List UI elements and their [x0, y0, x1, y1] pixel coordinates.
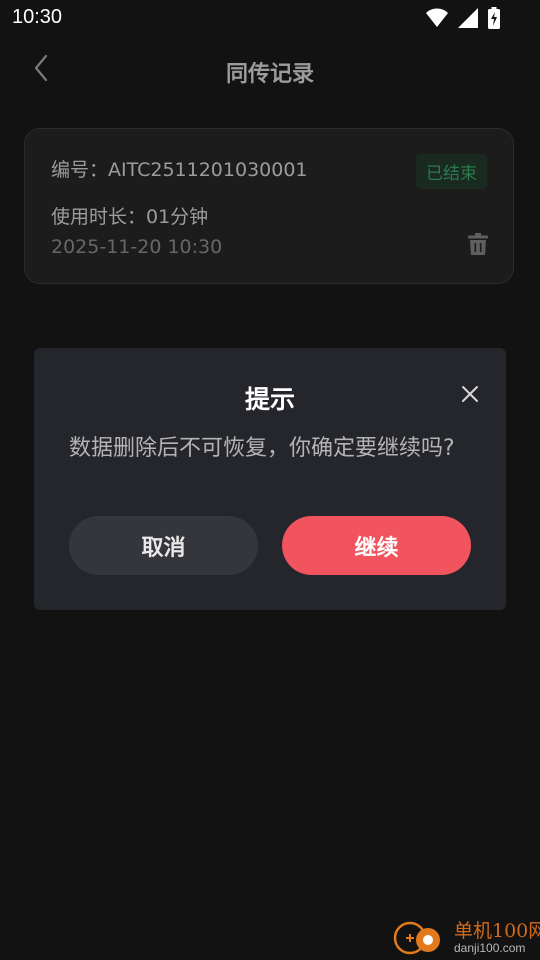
watermark-logo-icon [390, 916, 442, 956]
record-duration: 使用时长：01分钟 [51, 206, 209, 228]
record-timestamp: 2025-11-20 10:30 [51, 236, 223, 258]
confirm-dialog: 提示 数据删除后不可恢复，你确定要继续吗? 取消 继续 [34, 348, 506, 610]
status-bar: 10:30 [0, 0, 540, 36]
watermark-name: 单机100网 [454, 920, 540, 942]
status-icons [426, 7, 500, 33]
continue-button[interactable]: 继续 [282, 516, 471, 575]
record-id: 编号：AITC2511201030001 [51, 159, 308, 181]
watermark: 单机100网 danji100.com [388, 912, 540, 958]
delete-button[interactable] [465, 233, 491, 259]
dialog-title: 提示 [244, 385, 295, 414]
status-badge: 已结束 [416, 154, 487, 189]
dialog-close-button[interactable] [458, 384, 482, 408]
title-bar: 同传记录 [0, 44, 540, 96]
status-time: 10:30 [12, 6, 63, 28]
page-title: 同传记录 [225, 62, 314, 87]
dialog-message: 数据删除后不可恢复，你确定要继续吗? [69, 436, 455, 461]
close-icon [461, 385, 479, 407]
battery-charging-icon [488, 7, 500, 33]
watermark-url: danji100.com [454, 941, 526, 955]
signal-icon [458, 8, 478, 32]
trash-icon [468, 233, 488, 259]
record-card[interactable]: 编号：AITC2511201030001 已结束 使用时长：01分钟 2025-… [24, 128, 514, 284]
wifi-icon [426, 8, 448, 32]
cancel-button[interactable]: 取消 [69, 516, 258, 575]
